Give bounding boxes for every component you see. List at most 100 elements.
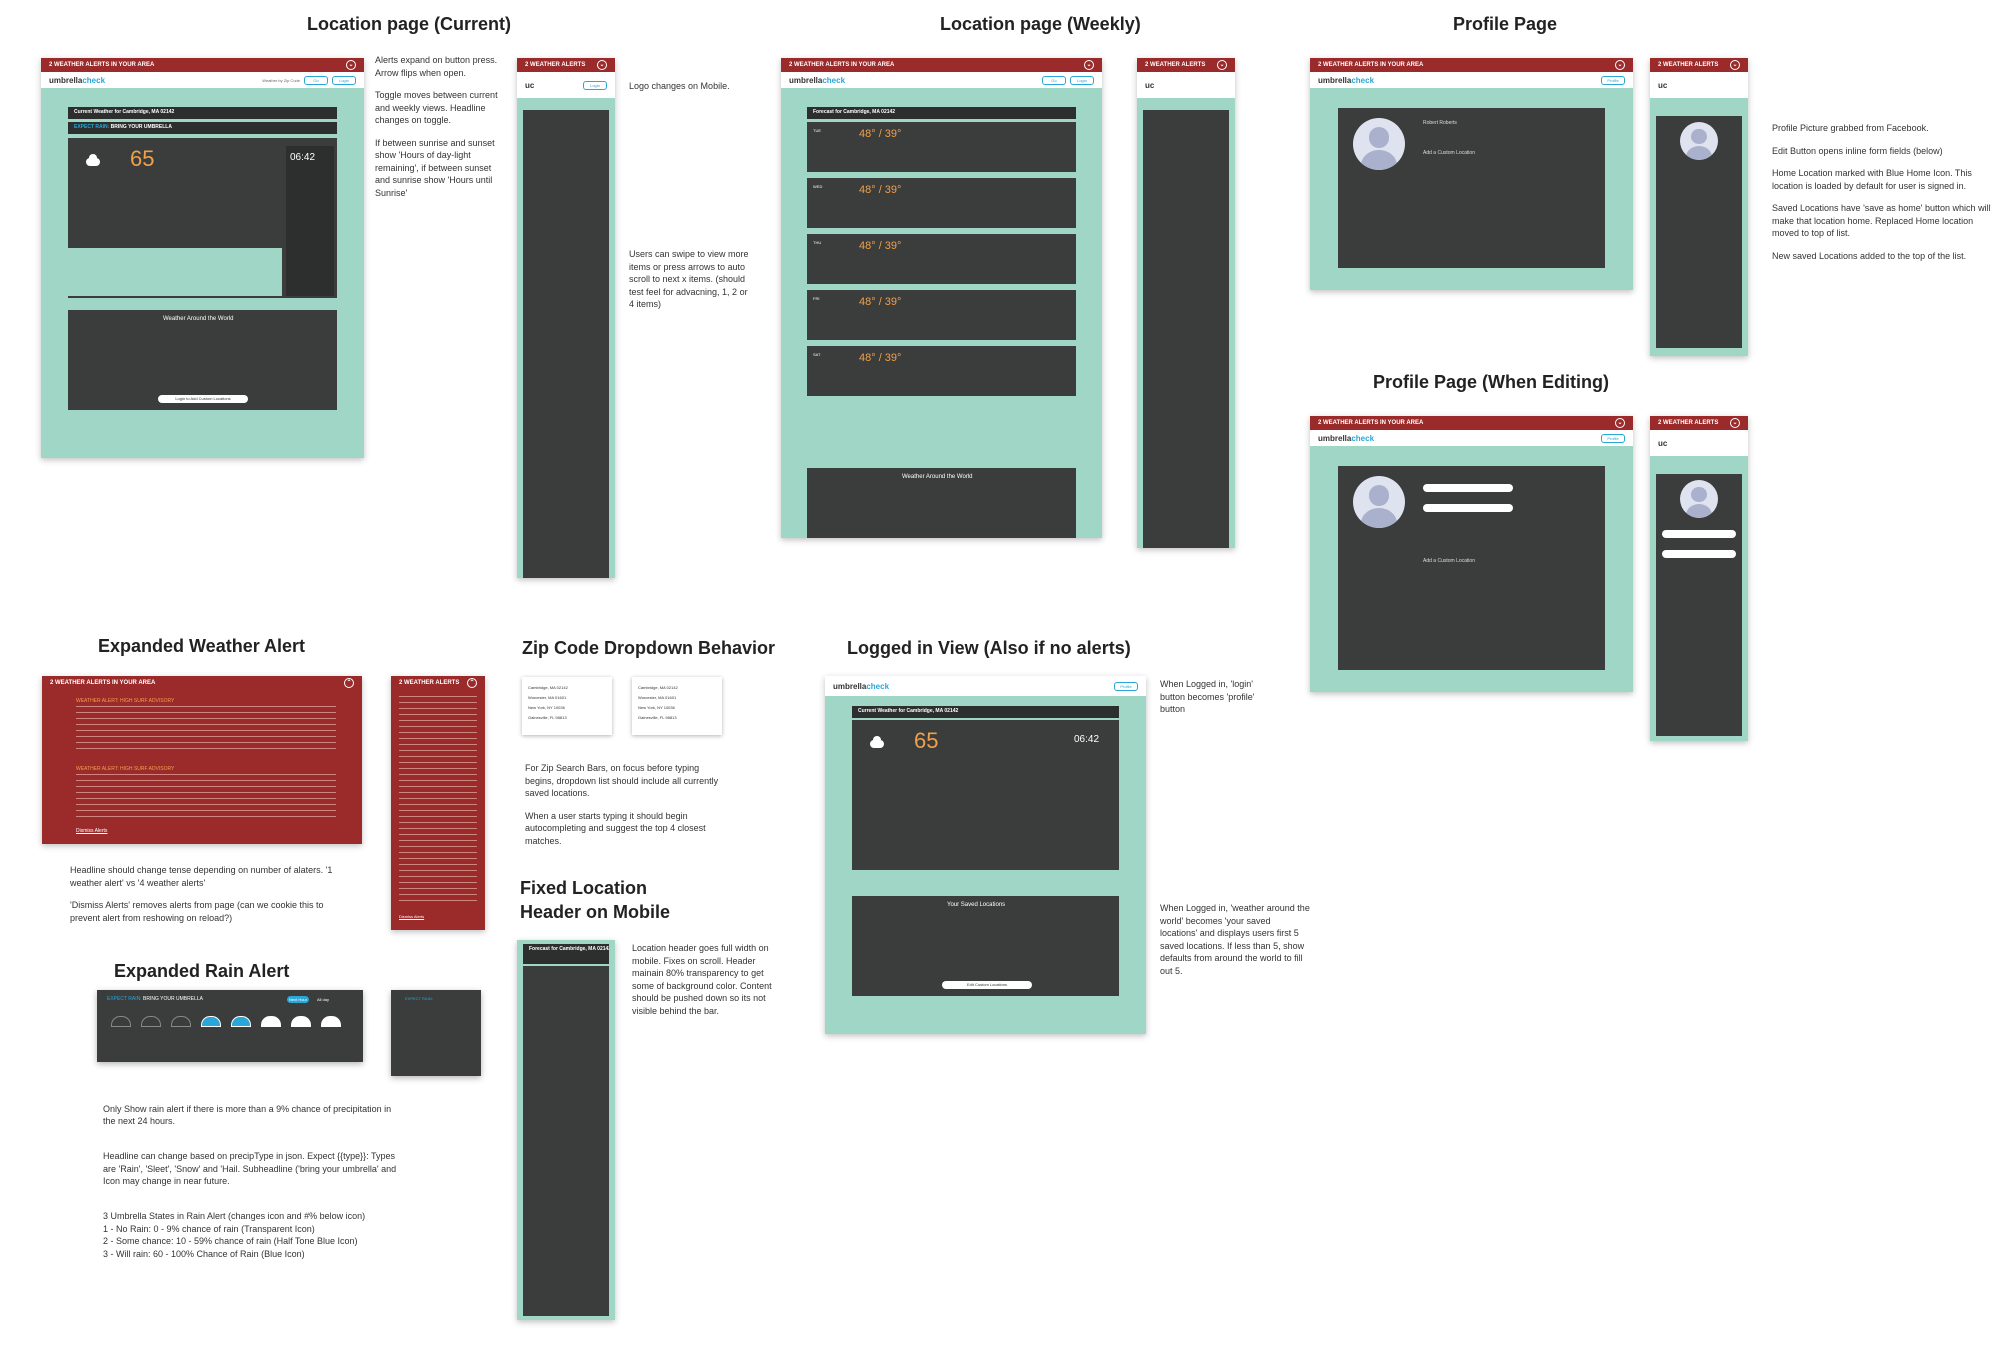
logo[interactable]: umbrellacheck bbox=[49, 76, 105, 85]
weather-alert-bar[interactable]: 2 WEATHER ALERTS IN YOUR AREA ⌃ bbox=[42, 676, 362, 690]
title-expanded-alert: Expanded Weather Alert bbox=[98, 636, 306, 656]
mockup-profile-mobile: 2 WEATHER ALERTS ⌄ uc bbox=[1650, 58, 1748, 356]
mockup-logged-in-desktop: umbrellacheck Profile Current Weather fo… bbox=[825, 676, 1146, 1034]
umbrella-icon bbox=[201, 1016, 221, 1027]
zip-suggestion[interactable]: Gainesville, FL 98813 bbox=[528, 715, 567, 720]
weekly-day-label: FRI bbox=[813, 296, 820, 301]
add-custom-button[interactable]: Login to Add Custom Locations bbox=[158, 395, 248, 403]
weekly-temp: 48° / 39° bbox=[859, 184, 902, 196]
mockup-location-current-desktop: 2 WEATHER ALERTS IN YOUR AREA ⌄ umbrellac… bbox=[41, 58, 364, 458]
login-button[interactable]: Login bbox=[332, 75, 356, 85]
weather-alert-bar[interactable]: 2 WEATHER ALERTS IN YOUR AREA ⌄ bbox=[41, 58, 364, 72]
mobile-content bbox=[523, 110, 609, 578]
notes-zip: For Zip Search Bars, on focus before typ… bbox=[525, 763, 719, 846]
weather-alert-bar-mobile[interactable]: 2 WEATHER ALERTS ⌃ bbox=[391, 676, 485, 690]
weekly-day-row: TUE 48° / 39° bbox=[807, 122, 1076, 172]
weekly-temp: 48° / 39° bbox=[859, 240, 902, 252]
umbrella-icon bbox=[141, 1016, 161, 1027]
weather-alert-bar[interactable]: 2 WEATHER ALERTS IN YOUR AREA ⌄ bbox=[1310, 58, 1633, 72]
title-fixed-header-1: Fixed Location bbox=[520, 878, 648, 898]
zip-dropdown-typing: Cambridge, MA 02142 Worcester, MA 01601 Ne… bbox=[632, 677, 722, 735]
title-location-weekly: Location page (Weekly) bbox=[940, 14, 1141, 34]
next-hour-toggle[interactable]: Next Hour bbox=[287, 996, 309, 1003]
email-field[interactable] bbox=[1423, 504, 1513, 512]
all-day-toggle[interactable]: All day bbox=[312, 996, 334, 1003]
rain-headline: EXPECT RAIN: bbox=[405, 996, 433, 1001]
edit-custom-button[interactable]: Edit Custom Locations bbox=[942, 981, 1032, 989]
add-location-label: Add a Custom Location bbox=[1423, 558, 1475, 564]
search-button[interactable]: Go bbox=[304, 75, 328, 85]
logo-mobile[interactable]: uc bbox=[1658, 439, 1667, 448]
zip-suggestion[interactable]: Gainesville, FL 98813 bbox=[638, 715, 677, 720]
zip-search-input[interactable]: Weather by Zip Code bbox=[262, 78, 300, 83]
mockup-profile-desktop: 2 WEATHER ALERTS IN YOUR AREA ⌄ umbrellac… bbox=[1310, 58, 1633, 290]
weather-alert-bar[interactable]: 2 WEATHER ALERTS IN YOUR AREA ⌄ bbox=[781, 58, 1102, 72]
weekly-temp: 48° / 39° bbox=[859, 128, 902, 140]
zip-suggestion[interactable]: Worcester, MA 01601 bbox=[528, 695, 566, 700]
profile-name: Robert Roberts bbox=[1423, 120, 1457, 126]
search-button[interactable]: Go bbox=[1042, 75, 1066, 85]
profile-button[interactable]: Profile bbox=[1601, 75, 1625, 85]
zip-suggestion[interactable]: New York, NY 10036 bbox=[528, 705, 565, 710]
weekly-strip bbox=[68, 248, 282, 296]
zip-suggestion[interactable]: Cambridge, MA 02142 bbox=[528, 685, 568, 690]
weather-around-world: Weather Around the World Login to Add Cu… bbox=[68, 310, 337, 410]
weather-alert-bar-mobile[interactable]: 2 WEATHER ALERTS ⌄ bbox=[517, 58, 615, 72]
expand-arrow-icon[interactable]: ⌄ bbox=[1615, 60, 1625, 70]
logo[interactable]: umbrellacheck bbox=[1318, 76, 1374, 85]
profile-button[interactable]: Profile bbox=[1601, 433, 1625, 443]
logo-mobile[interactable]: uc bbox=[525, 81, 534, 90]
expand-arrow-icon[interactable]: ⌄ bbox=[1730, 418, 1740, 428]
email-field[interactable] bbox=[1662, 550, 1736, 558]
logo[interactable]: umbrellacheck bbox=[789, 76, 845, 85]
weather-alert-bar[interactable]: 2 WEATHER ALERTS IN YOUR AREA ⌄ bbox=[1310, 416, 1633, 430]
expand-arrow-icon[interactable]: ⌄ bbox=[1217, 60, 1227, 70]
collapse-arrow-icon[interactable]: ⌃ bbox=[467, 678, 477, 688]
expand-arrow-icon[interactable]: ⌄ bbox=[1615, 418, 1625, 428]
logo-mobile[interactable]: uc bbox=[1145, 81, 1154, 90]
weather-alert-bar-mobile[interactable]: 2 WEATHER ALERTS ⌄ bbox=[1650, 58, 1748, 72]
weather-alert-bar-mobile[interactable]: 2 WEATHER ALERTS ⌄ bbox=[1650, 416, 1748, 430]
name-field[interactable] bbox=[1662, 530, 1736, 538]
note-logo-mobile: Logo changes on Mobile. bbox=[629, 81, 730, 91]
site-header-mobile: uc bbox=[1137, 72, 1235, 98]
mockup-fixed-header-mobile: Forecast for Cambridge, MA 02142 bbox=[517, 940, 615, 1320]
zip-suggestion[interactable]: Worcester, MA 01601 bbox=[638, 695, 676, 700]
notes-alert: Headline should change tense depending o… bbox=[70, 865, 333, 923]
weekly-day-label: THU bbox=[813, 240, 822, 245]
expanded-rain-mobile: EXPECT RAIN: bbox=[391, 990, 481, 1076]
notes-rain: Only Show rain alert if there is more th… bbox=[103, 1103, 397, 1259]
zip-suggestion[interactable]: Cambridge, MA 02142 bbox=[638, 685, 678, 690]
site-header-mobile: uc Login bbox=[517, 72, 615, 98]
expand-arrow-icon[interactable]: ⌄ bbox=[597, 60, 607, 70]
collapse-arrow-icon[interactable]: ⌃ bbox=[344, 678, 354, 688]
your-saved-locations: Your Saved Locations Edit Custom Locatio… bbox=[852, 896, 1119, 996]
name-field[interactable] bbox=[1423, 484, 1513, 492]
weekly-day-row: THU 48° / 39° bbox=[807, 234, 1076, 284]
expand-arrow-icon[interactable]: ⌄ bbox=[1730, 60, 1740, 70]
alert-body-text bbox=[399, 696, 477, 906]
login-button[interactable]: Login bbox=[1070, 75, 1094, 85]
alert-body-text bbox=[76, 706, 336, 754]
site-header: umbrellacheck Go Login bbox=[781, 72, 1102, 88]
login-button[interactable]: Login bbox=[583, 80, 607, 90]
logo[interactable]: umbrellacheck bbox=[1318, 434, 1374, 443]
weather-alert-bar-mobile[interactable]: 2 WEATHER ALERTS ⌄ bbox=[1137, 58, 1235, 72]
add-location-label: Add a Custom Location bbox=[1423, 150, 1475, 156]
logo[interactable]: umbrellacheck bbox=[833, 682, 889, 691]
title-zip-dropdown: Zip Code Dropdown Behavior bbox=[522, 638, 776, 658]
dismiss-alerts-link[interactable]: Dismiss Alerts bbox=[399, 914, 424, 919]
profile-card: Robert Roberts Add a Custom Location bbox=[1338, 108, 1605, 268]
note-logged-in-2: When Logged in, 'weather around the worl… bbox=[1160, 903, 1310, 976]
rain-alert-bar[interactable]: EXPECT RAIN: BRING YOUR UMBRELLA bbox=[68, 122, 337, 134]
current-temp: 65 bbox=[130, 146, 155, 171]
logo-mobile[interactable]: uc bbox=[1658, 81, 1667, 90]
expand-arrow-icon[interactable]: ⌄ bbox=[1084, 60, 1094, 70]
site-header-mobile: uc bbox=[1650, 430, 1748, 456]
profile-edit-card-mobile bbox=[1656, 474, 1742, 736]
profile-button[interactable]: Profile bbox=[1114, 681, 1138, 691]
expand-arrow-icon[interactable]: ⌄ bbox=[346, 60, 356, 70]
zip-suggestion[interactable]: New York, NY 10036 bbox=[638, 705, 675, 710]
alert-headline-2: WEATHER ALERT: HIGH SURF ADVISORY bbox=[76, 766, 175, 772]
dismiss-alerts-link[interactable]: Dismiss Alerts bbox=[76, 828, 107, 834]
